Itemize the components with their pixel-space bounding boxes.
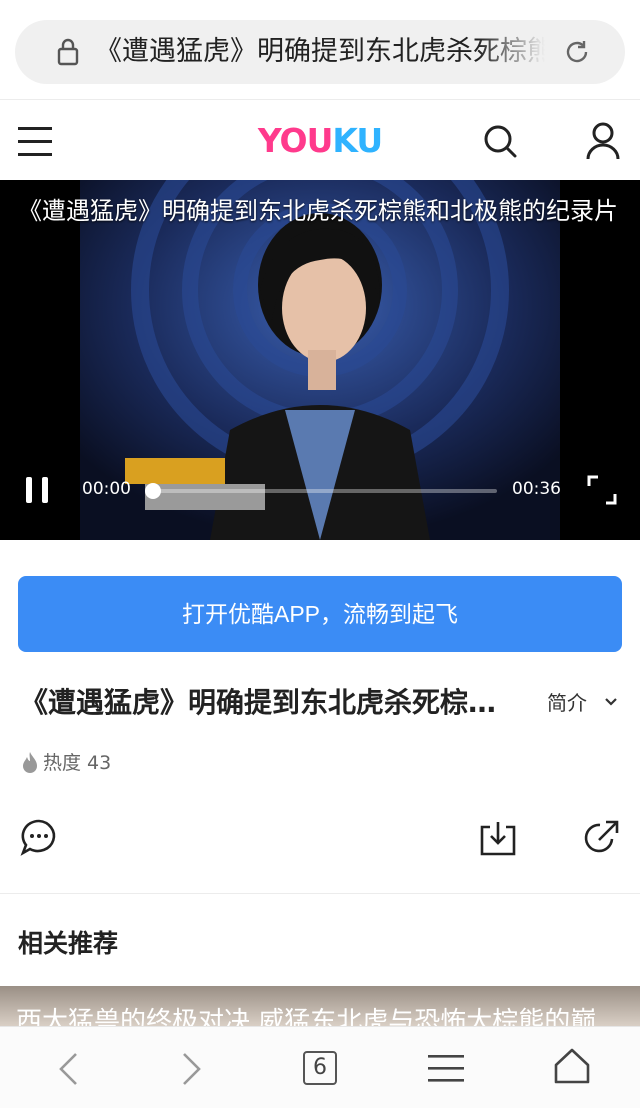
- share-icon[interactable]: [582, 819, 620, 857]
- user-icon[interactable]: [585, 121, 621, 161]
- pause-icon[interactable]: [24, 475, 50, 505]
- address-bar[interactable]: 《遭遇猛虎》明确提到东北虎杀死棕熊和北极熊的纪录片: [15, 20, 625, 84]
- lock-icon: [57, 38, 79, 66]
- home-icon[interactable]: [553, 1047, 591, 1085]
- section-divider: [0, 893, 640, 894]
- forward-icon[interactable]: [180, 1051, 204, 1087]
- youku-logo[interactable]: YOUKU: [220, 119, 420, 163]
- browser-bottom-bar: 6: [0, 1026, 640, 1108]
- intro-toggle[interactable]: 简介: [547, 688, 587, 718]
- recommendation-title: 西大猛兽的终极对决 威猛东北虎与恐怖大棕熊的巅: [16, 1007, 597, 1026]
- tabs-button[interactable]: 6: [303, 1051, 337, 1085]
- fullscreen-icon[interactable]: [586, 474, 618, 506]
- url-text[interactable]: 《遭遇猛虎》明确提到东北虎杀死棕熊和北极熊的纪录片: [95, 33, 545, 71]
- flame-icon: [23, 752, 37, 773]
- video-title: 《遭遇猛虎》明确提到东北虎杀死棕熊和北极熊的纪录片: [20, 686, 520, 719]
- progress-knob[interactable]: [145, 483, 161, 499]
- video-title-overlay: 《遭遇猛虎》明确提到东北虎杀死棕熊和北极熊的纪录片: [18, 197, 618, 225]
- related-heading: 相关推荐: [18, 929, 119, 958]
- heat-label: 热度 43: [43, 752, 112, 774]
- site-header: YOUKU: [0, 101, 640, 181]
- download-icon[interactable]: [478, 819, 518, 857]
- menu-icon[interactable]: [428, 1053, 464, 1083]
- comment-icon[interactable]: [20, 818, 58, 856]
- chevron-down-icon[interactable]: [603, 694, 619, 710]
- browser-address-area: 《遭遇猛虎》明确提到东北虎杀死棕熊和北极熊的纪录片: [0, 0, 640, 100]
- hamburger-menu-icon[interactable]: [18, 123, 52, 159]
- current-time: 00:00: [82, 479, 131, 499]
- logo-text-ku: KU: [332, 121, 383, 160]
- progress-bar[interactable]: [145, 483, 497, 499]
- open-app-button[interactable]: 打开优酷APP，流畅到起飞: [18, 576, 622, 652]
- reload-icon[interactable]: [563, 38, 591, 66]
- back-icon[interactable]: [56, 1051, 80, 1087]
- logo-text-you: YOU: [257, 121, 334, 160]
- video-player[interactable]: 《遭遇猛虎》明确提到东北虎杀死棕熊和北极熊的纪录片 00:00 00:36: [0, 180, 640, 540]
- total-time: 00:36: [512, 479, 561, 499]
- recommendation-item[interactable]: 西大猛兽的终极对决 威猛东北虎与恐怖大棕熊的巅: [0, 986, 640, 1026]
- search-icon[interactable]: [482, 123, 518, 159]
